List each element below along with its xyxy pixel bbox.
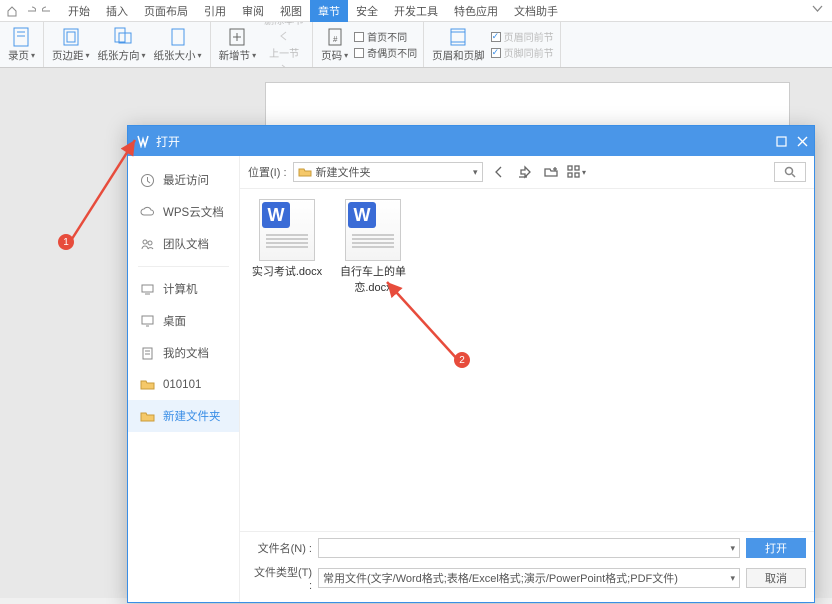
open-file-dialog: 打开 最近访问 WPS云文档 团队文档 计算机 桌面 我的文档 010101 新… [127,125,815,603]
tab-section[interactable]: 章节 [310,0,348,22]
ribbon-collapse-icon[interactable] [811,2,824,18]
tab-dochelper[interactable]: 文档助手 [506,0,566,22]
location-dropdown[interactable]: 新建文件夹 ▾ [293,162,483,182]
filetype-label: 文件类型(T) : [248,564,312,592]
file-item[interactable]: W 自行车上的单恋.docx [336,199,410,295]
sidebar-folder-new[interactable]: 新建文件夹 [128,400,239,432]
dialog-sidebar: 最近访问 WPS云文档 团队文档 计算机 桌面 我的文档 010101 新建文件… [128,156,240,602]
file-name: 实习考试.docx [252,263,322,279]
header-same-prev-check[interactable]: 页眉同前节 [491,29,554,44]
footer-same-prev-check[interactable]: 页脚同前节 [491,45,554,60]
sidebar-recent[interactable]: 最近访问 [128,164,239,196]
wps-logo-icon [136,134,150,148]
dialog-toolbar: 位置(I) : 新建文件夹 ▾ ▾ [240,156,814,189]
folder-icon [298,165,312,179]
tab-reference[interactable]: 引用 [196,0,234,22]
tab-view[interactable]: 视图 [272,0,310,22]
pagenum-button[interactable]: # 页码▾ [319,25,350,64]
annotation-badge-1: 1 [58,234,74,250]
view-mode-button[interactable]: ▾ [567,162,587,182]
sidebar-wpscloud[interactable]: WPS云文档 [128,196,239,228]
dialog-title: 打开 [156,133,180,150]
papersize-button[interactable]: 纸张大小▾ [152,25,204,64]
up-button[interactable] [515,162,535,182]
file-list: W 实习考试.docx W 自行车上的单恋.docx [240,189,814,531]
location-label: 位置(I) : [248,164,287,180]
file-item[interactable]: W 实习考试.docx [250,199,324,279]
sidebar-desktop[interactable]: 桌面 [128,305,239,337]
tab-special[interactable]: 特色应用 [446,0,506,22]
tab-review[interactable]: 审阅 [234,0,272,22]
dialog-titlebar: 打开 [128,126,814,156]
orientation-button[interactable]: 纸张方向▾ [96,25,148,64]
prev-section-button: 上一节 [262,29,306,61]
tab-devtools[interactable]: 开发工具 [386,0,446,22]
filename-label: 文件名(N) : [248,540,312,556]
ribbon-bar: 录页▾ 页边距▾ 纸张方向▾ 纸张大小▾ 新增节▾ 删除本节 上一节 下一节 # [0,22,832,68]
tab-insert[interactable]: 插入 [98,0,136,22]
close-icon[interactable] [797,136,808,147]
undo-icon[interactable] [24,5,36,17]
ribbon-tabs: 开始 插入 页面布局 引用 审阅 视图 章节 安全 开发工具 特色应用 文档助手 [0,0,832,22]
svg-text:#: # [333,35,338,44]
docx-thumb-icon: W [259,199,315,261]
file-name: 自行车上的单恋.docx [336,263,410,295]
first-page-diff-check[interactable]: 首页不同 [354,29,417,44]
tab-security[interactable]: 安全 [348,0,386,22]
header-footer-button[interactable]: 页眉和页脚 [430,25,487,64]
tab-start[interactable]: 开始 [60,0,98,22]
cancel-button[interactable]: 取消 [746,568,806,588]
sidebar-folder-010101[interactable]: 010101 [128,369,239,400]
filename-input[interactable]: ▾ [318,538,740,558]
sidebar-mydocs[interactable]: 我的文档 [128,337,239,369]
new-folder-button[interactable] [541,162,561,182]
annotation-badge-2: 2 [454,352,470,368]
sidebar-computer[interactable]: 计算机 [128,273,239,305]
filetype-select[interactable]: 常用文件(文字/Word格式;表格/Excel格式;演示/PowerPoint格… [318,568,740,588]
sidebar-team[interactable]: 团队文档 [128,228,239,260]
tab-pagelayout[interactable]: 页面布局 [136,0,196,22]
margin-button[interactable]: 页边距▾ [50,25,92,64]
back-button[interactable] [489,162,509,182]
maximize-icon[interactable] [776,136,787,147]
new-section-button[interactable]: 新增节▾ [217,25,259,64]
qat [0,5,60,17]
catalog-page-button[interactable]: 录页▾ [6,25,37,64]
oddeven-diff-check[interactable]: 奇偶页不同 [354,45,417,60]
redo-icon[interactable] [42,5,54,17]
docx-thumb-icon: W [345,199,401,261]
open-button[interactable]: 打开 [746,538,806,558]
search-input[interactable] [774,162,806,182]
home-icon[interactable] [6,5,18,17]
dialog-bottom-bar: 文件名(N) : ▾ 打开 文件类型(T) : 常用文件(文字/Word格式;表… [240,531,814,602]
